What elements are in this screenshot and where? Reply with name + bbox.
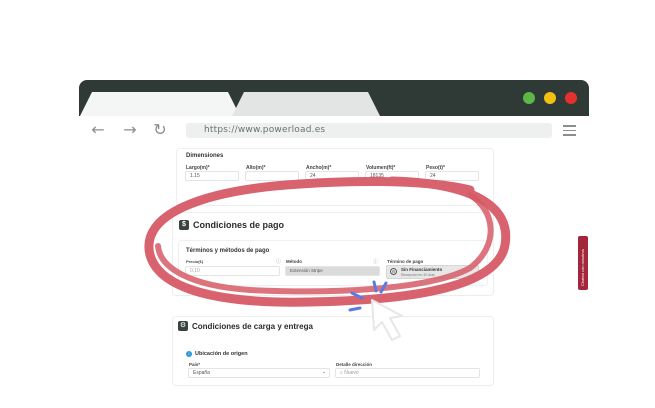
highlight-scribble-inner — [155, 192, 494, 295]
cursor-icon — [371, 299, 403, 341]
highlight-overlay — [144, 176, 511, 341]
